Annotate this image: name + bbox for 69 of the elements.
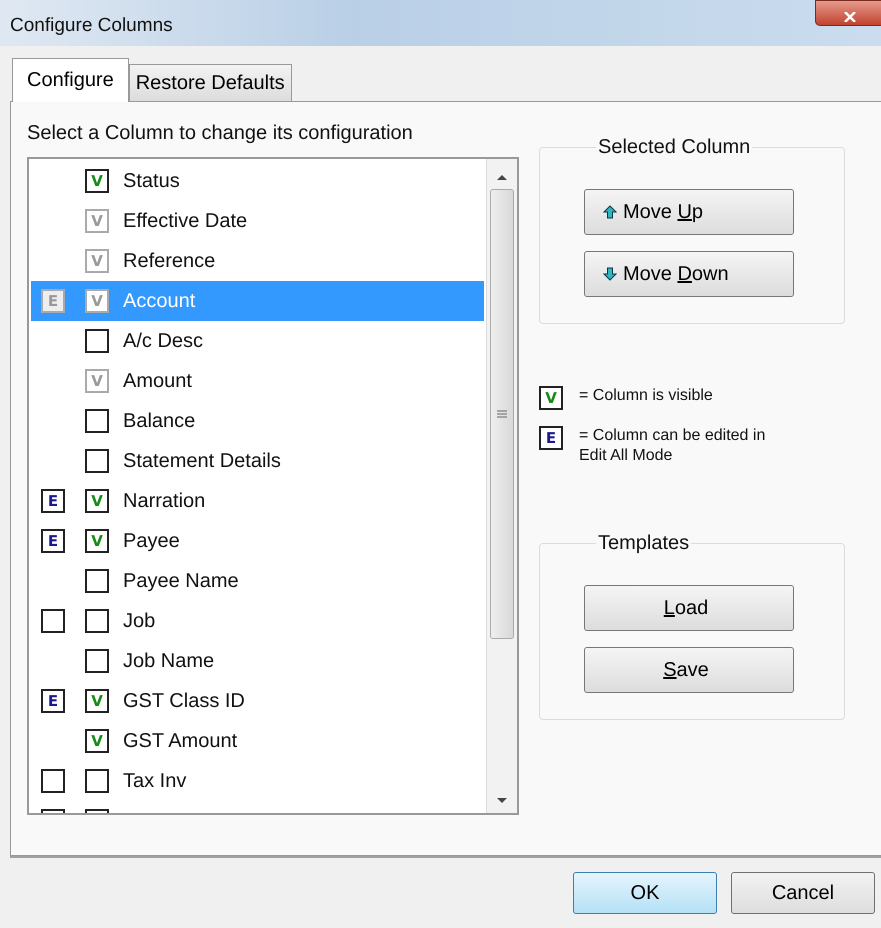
column-name: Job Name: [123, 650, 214, 672]
down-arrow-icon: [603, 267, 617, 281]
column-list-item[interactable]: V GST Amount: [31, 721, 484, 761]
column-list-item[interactable]: Payee Name: [31, 561, 484, 601]
column-list-item[interactable]: E V GST Class ID: [31, 681, 484, 721]
column-name: Payee Name: [123, 570, 239, 592]
visible-checkbox[interactable]: V: [85, 169, 109, 193]
template-button[interactable]: Save: [584, 647, 794, 693]
edit-checkbox[interactable]: E: [41, 489, 65, 513]
column-list-item[interactable]: Job: [31, 601, 484, 641]
visible-checkbox[interactable]: V: [85, 529, 109, 553]
column-name: Status: [123, 170, 180, 192]
column-name: Account: [123, 290, 196, 312]
column-name: Job: [123, 610, 156, 632]
legend-icon: E: [539, 426, 563, 450]
close-icon: [843, 12, 857, 22]
scroll-up-icon[interactable]: [496, 173, 508, 181]
column-list-item[interactable]: Tax Inv: [31, 761, 484, 801]
legend-icon: V: [539, 386, 563, 410]
visible-checkbox[interactable]: [85, 569, 109, 593]
column-list-item[interactable]: A/c Desc: [31, 321, 484, 361]
close-button[interactable]: [815, 0, 881, 26]
group-title: Selected Column: [597, 136, 752, 159]
visible-checkbox[interactable]: V: [85, 489, 109, 513]
dialog-button[interactable]: Cancel: [731, 872, 875, 914]
scrollbar[interactable]: [486, 159, 517, 813]
column-name: GST Amount: [123, 730, 238, 752]
column-name: Balance: [123, 410, 196, 432]
column-name: Payee: [123, 530, 180, 552]
visible-checkbox[interactable]: V: [85, 689, 109, 713]
visible-checkbox[interactable]: [85, 449, 109, 473]
column-list-item[interactable]: Statement Details: [31, 441, 484, 481]
tab[interactable]: Configure: [12, 58, 129, 102]
column-list-item[interactable]: Balance: [31, 401, 484, 441]
visible-checkbox[interactable]: [85, 769, 109, 793]
up-arrow-icon: [603, 205, 617, 219]
scroll-down-icon[interactable]: [496, 797, 508, 805]
edit-checkbox[interactable]: E: [41, 689, 65, 713]
column-name: Narration: [123, 490, 206, 512]
column-list-item[interactable]: E V Payee: [31, 521, 484, 561]
template-button[interactable]: Load: [584, 585, 794, 631]
group-title: Templates: [597, 532, 690, 555]
column-list-item[interactable]: V Status: [31, 161, 484, 201]
visible-checkbox[interactable]: [85, 329, 109, 353]
column-name: Tax Inv: [123, 770, 186, 792]
edit-checkbox[interactable]: [41, 609, 65, 633]
column-name: Amount: [123, 370, 192, 392]
tab[interactable]: Restore Defaults: [128, 64, 292, 102]
column-list-item[interactable]: E V Narration: [31, 481, 484, 521]
edit-checkbox[interactable]: [41, 769, 65, 793]
instruction-text: Select a Column to change its configuration: [27, 122, 414, 145]
column-name: GST Class ID: [123, 690, 245, 712]
legend-text: = Column is visible: [579, 386, 714, 406]
visible-checkbox[interactable]: V: [85, 729, 109, 753]
grip-icon: [497, 409, 507, 419]
dialog-button[interactable]: OK: [573, 872, 717, 914]
edit-checkbox[interactable]: E: [41, 529, 65, 553]
window-title: Configure Columns: [10, 15, 173, 37]
visible-checkbox[interactable]: [85, 609, 109, 633]
column-name: Statement Details: [123, 450, 281, 472]
column-list-item[interactable]: Job Name: [31, 641, 484, 681]
column-name: Effective Date: [123, 210, 248, 232]
column-name: Reference: [123, 250, 216, 272]
column-name: A/c Desc: [123, 330, 204, 352]
legend-text: = Column can be edited in Edit All Mode: [579, 426, 766, 466]
visible-checkbox[interactable]: [85, 409, 109, 433]
move-button[interactable]: Move Down: [584, 251, 794, 297]
move-button[interactable]: Move Up: [584, 189, 794, 235]
visible-checkbox[interactable]: [85, 649, 109, 673]
